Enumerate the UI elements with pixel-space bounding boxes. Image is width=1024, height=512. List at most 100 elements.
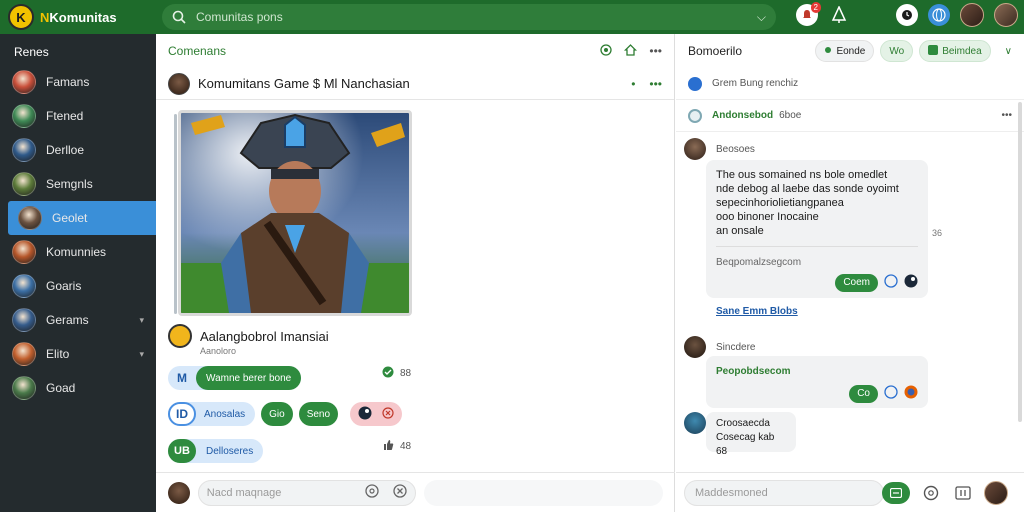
- target-icon[interactable]: [600, 43, 613, 59]
- sidebar-item-label: Derlloe: [46, 143, 85, 157]
- chevron-down-icon[interactable]: ▾: [139, 315, 144, 326]
- thumb-icon[interactable]: [382, 439, 394, 454]
- close-icon[interactable]: [392, 484, 407, 501]
- filter-chip[interactable]: Beimdea: [919, 40, 991, 62]
- chat-row[interactable]: Andonsebod 6boe •••: [676, 100, 1024, 132]
- message-avatar[interactable]: [684, 138, 706, 160]
- chevron-down-icon[interactable]: ⌵: [757, 10, 766, 25]
- author-avatar[interactable]: [168, 324, 192, 348]
- secondary-input[interactable]: [423, 479, 663, 506]
- sidebar-item[interactable]: Komunnies: [0, 235, 156, 269]
- community-avatar: [12, 104, 36, 128]
- chat-input[interactable]: [695, 486, 873, 499]
- message-avatar[interactable]: [684, 412, 706, 434]
- more-icon[interactable]: •••: [1001, 110, 1012, 121]
- panel-title: Comenans: [168, 44, 227, 58]
- author-name[interactable]: Aalangbobrol Imansiai: [200, 329, 329, 344]
- post-author-avatar[interactable]: [168, 72, 190, 95]
- share-icon[interactable]: [884, 385, 898, 403]
- reaction-chip[interactable]: Gio: [261, 402, 293, 426]
- emoji-icon[interactable]: [364, 484, 379, 501]
- reaction-pill[interactable]: M Wamne berer bone: [168, 366, 302, 390]
- community-avatar: [12, 274, 36, 298]
- chat-input-wrap[interactable]: [684, 479, 884, 506]
- reaction-count: 88: [400, 368, 412, 379]
- firefox-icon[interactable]: [904, 385, 918, 403]
- globe-icon[interactable]: [928, 4, 950, 26]
- sidebar-item[interactable]: Semgnls: [0, 167, 156, 201]
- search-icon: [172, 10, 186, 24]
- reaction-row: ID Anosalas Gio Seno: [168, 402, 339, 426]
- sidebar-item[interactable]: Famans: [0, 65, 156, 99]
- send-button[interactable]: [882, 481, 910, 504]
- sidebar-item[interactable]: Elito ▾: [0, 337, 156, 371]
- community-avatar: [12, 342, 36, 366]
- author-meta: Aanoloro: [200, 346, 237, 356]
- chat-row[interactable]: Grem Bung renchiz: [676, 68, 1024, 100]
- check-icon[interactable]: [382, 366, 394, 381]
- post-header: Komumitans Game $ Ml Nanchasian • •••: [156, 68, 674, 100]
- sidebar-item[interactable]: Derlloe: [0, 133, 156, 167]
- sidebar-item[interactable]: Goaris: [0, 269, 156, 303]
- message-action-button[interactable]: Co: [849, 385, 878, 403]
- chevron-down-icon[interactable]: ▾: [139, 349, 144, 360]
- community-avatar: [12, 240, 36, 264]
- reaction-chip[interactable]: Seno: [298, 402, 339, 426]
- steam-icon[interactable]: [904, 274, 918, 292]
- home-icon[interactable]: [624, 43, 638, 59]
- chevron-down-icon[interactable]: ∨: [1005, 46, 1012, 57]
- user-avatar[interactable]: [960, 3, 984, 27]
- scrollbar[interactable]: [1018, 102, 1022, 422]
- composer-avatar[interactable]: [984, 480, 1008, 505]
- more-icon[interactable]: •••: [649, 44, 662, 58]
- sidebar-item[interactable]: Gerams ▾: [0, 303, 156, 337]
- comment-input-wrap[interactable]: [197, 479, 416, 506]
- sidebar-item[interactable]: Ftened: [0, 99, 156, 133]
- close-icon[interactable]: [382, 406, 394, 422]
- filter-chip[interactable]: Wo: [880, 40, 914, 62]
- reaction-label: Delloseres: [206, 445, 254, 457]
- panel-actions: •••: [600, 43, 662, 59]
- message-line: nde debog al laebe das sonde oyoimt: [716, 183, 899, 195]
- message-sub: Beqpomalzsegcom: [716, 257, 802, 268]
- clock-icon[interactable]: [896, 4, 918, 26]
- community-avatar: [12, 308, 36, 332]
- sidebar-item-label: Goaris: [46, 279, 82, 293]
- share-icon[interactable]: [884, 274, 898, 292]
- emoji-icon[interactable]: [920, 482, 942, 504]
- reaction-count: 48: [400, 441, 412, 452]
- message-author: Sincdere: [684, 336, 755, 358]
- app-logo[interactable]: K NKomunitas: [8, 4, 158, 30]
- dot-icon: [824, 46, 832, 57]
- message-action-button[interactable]: Coem: [835, 274, 878, 292]
- search-input[interactable]: [196, 10, 757, 24]
- comment-composer: [156, 472, 675, 512]
- divider: [716, 246, 918, 247]
- search-bar[interactable]: ⌵: [162, 4, 776, 30]
- sidebar-item[interactable]: Geolet: [8, 201, 166, 235]
- sidebar: Renes Famans Ftened Derlloe Semgnls Geolet Ko…: [0, 34, 166, 512]
- message-line: ooo binoner Inocaine: [716, 211, 819, 223]
- comment-input[interactable]: [206, 486, 359, 499]
- community-avatar: [12, 172, 36, 196]
- sidebar-title: Renes: [14, 45, 49, 59]
- message-avatar[interactable]: [684, 336, 706, 358]
- profile-avatar[interactable]: [994, 3, 1018, 27]
- tree-icon[interactable]: [828, 4, 850, 26]
- reaction-pill[interactable]: ID Anosalas: [168, 402, 256, 426]
- message-link[interactable]: Sane Emm Blobs: [716, 306, 798, 317]
- reaction-pill[interactable]: UB Delloseres: [168, 439, 264, 463]
- reaction-label[interactable]: Wamne berer bone: [196, 366, 302, 390]
- reaction-label: Anosalas: [204, 408, 246, 420]
- sidebar-item[interactable]: Goad: [0, 371, 156, 405]
- reaction-pill-red[interactable]: [350, 402, 402, 426]
- filter-chip[interactable]: Eonde: [815, 40, 875, 62]
- more-icon[interactable]: •••: [649, 77, 662, 91]
- notifications-icon[interactable]: 2: [796, 2, 821, 26]
- thread-line: [174, 114, 177, 314]
- sidebar-list: Famans Ftened Derlloe Semgnls Geolet Komunnie…: [0, 65, 166, 405]
- attachment-icon[interactable]: [952, 482, 974, 504]
- sidebar-item-label: Ftened: [46, 109, 84, 123]
- post-image[interactable]: [178, 110, 412, 316]
- message-line: an onsale: [716, 225, 764, 237]
